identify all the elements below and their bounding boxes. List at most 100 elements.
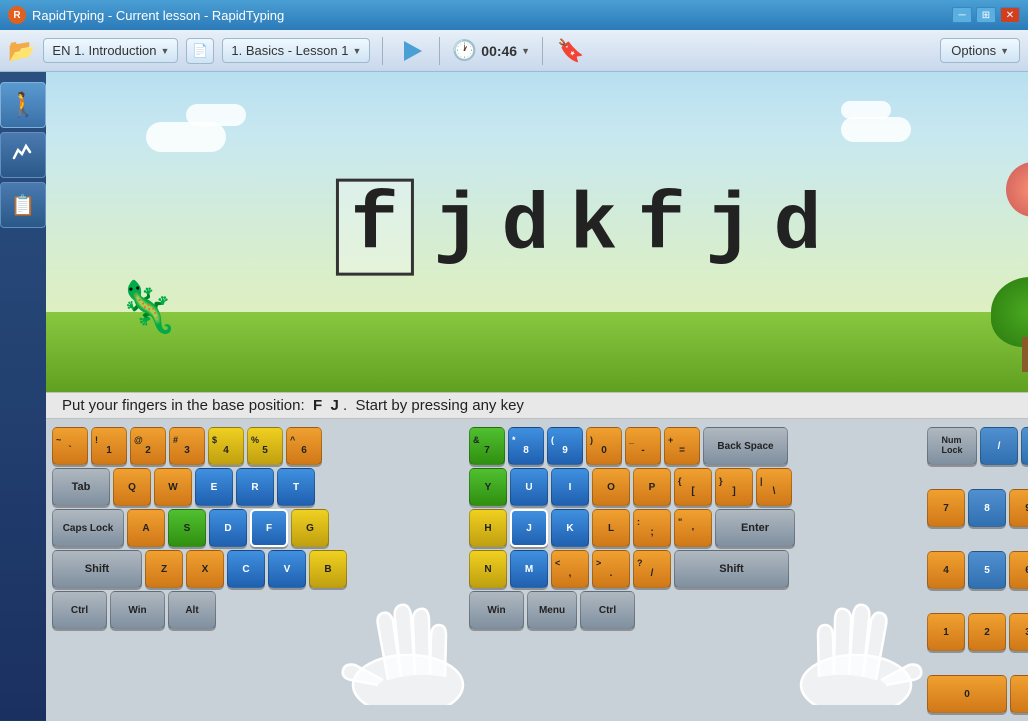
key-s[interactable]: S xyxy=(168,509,206,547)
key-backslash[interactable]: |\ xyxy=(756,468,792,506)
app-icon: R xyxy=(8,6,26,24)
sidebar-item-stats[interactable] xyxy=(0,132,46,178)
key-0-num[interactable]: )0 xyxy=(586,427,622,465)
numpad-row-3: 4 5 6 xyxy=(927,551,1028,589)
numpad-row-5: 0 . xyxy=(927,675,1028,713)
key-quote[interactable]: "' xyxy=(674,509,712,547)
key-q[interactable]: Q xyxy=(113,468,151,506)
course-dropdown[interactable]: EN 1. Introduction ▼ xyxy=(43,38,178,63)
minimize-button[interactable]: ─ xyxy=(952,7,972,23)
key-8-num[interactable]: *8 xyxy=(508,427,544,465)
options-button[interactable]: Options ▼ xyxy=(940,38,1020,63)
key-num-9[interactable]: 9 xyxy=(1009,489,1028,527)
key-u[interactable]: U xyxy=(510,468,548,506)
separator-3 xyxy=(542,37,543,65)
character: 🦎 xyxy=(116,278,178,337)
key-num-2[interactable]: 2 xyxy=(968,613,1006,651)
key-t[interactable]: T xyxy=(277,468,315,506)
key-num-3[interactable]: 3 xyxy=(1009,613,1028,651)
key-w[interactable]: W xyxy=(154,468,192,506)
key-backtick[interactable]: ~` xyxy=(52,427,88,465)
key-capslock[interactable]: Caps Lock xyxy=(52,509,124,547)
key-5[interactable]: %5 xyxy=(247,427,283,465)
separator-1 xyxy=(382,37,383,65)
play-button[interactable] xyxy=(395,35,427,67)
key-m[interactable]: M xyxy=(510,550,548,588)
key-i[interactable]: I xyxy=(551,468,589,506)
key-6[interactable]: ^6 xyxy=(286,427,322,465)
key-j[interactable]: J xyxy=(510,509,548,547)
key-c[interactable]: C xyxy=(227,550,265,588)
key-d[interactable]: D xyxy=(209,509,247,547)
key-h[interactable]: H xyxy=(469,509,507,547)
key-g[interactable]: G xyxy=(291,509,329,547)
key-minus[interactable]: _- xyxy=(625,427,661,465)
char-4: k xyxy=(569,182,617,273)
key-bracket-l[interactable]: {[ xyxy=(674,468,712,506)
key-period[interactable]: >. xyxy=(592,550,630,588)
key-num-slash[interactable]: / xyxy=(980,427,1018,465)
key-p[interactable]: P xyxy=(633,468,671,506)
key-ctrl-right[interactable]: Ctrl xyxy=(580,591,635,629)
separator-2 xyxy=(439,37,440,65)
sidebar-item-lesson[interactable]: 🚶 xyxy=(0,82,46,128)
sidebar-item-records[interactable]: 📋 xyxy=(0,182,46,228)
lesson-file-icon[interactable]: 📄 xyxy=(186,38,214,64)
keyboard-right: &7 *8 (9 )0 _- += Back Space Y U I O P {… xyxy=(469,427,795,713)
key-2[interactable]: @2 xyxy=(130,427,166,465)
key-num-5[interactable]: 5 xyxy=(968,551,1006,589)
flag-button[interactable]: 🔖 xyxy=(555,36,586,66)
key-z[interactable]: Z xyxy=(145,550,183,588)
maximize-button[interactable]: ⊞ xyxy=(976,7,996,23)
key-equals[interactable]: += xyxy=(664,427,700,465)
right-hand xyxy=(771,575,941,705)
key-alt-left[interactable]: Alt xyxy=(168,591,216,629)
key-x[interactable]: X xyxy=(186,550,224,588)
key-y[interactable]: Y xyxy=(469,468,507,506)
key-o[interactable]: O xyxy=(592,468,630,506)
cloud-2 xyxy=(186,104,246,126)
key-bracket-r[interactable]: }] xyxy=(715,468,753,506)
key-comma[interactable]: <, xyxy=(551,550,589,588)
key-backspace[interactable]: Back Space xyxy=(703,427,788,465)
key-f[interactable]: F xyxy=(250,509,288,547)
close-button[interactable]: ✕ xyxy=(1000,7,1020,23)
lesson-dropdown-arrow: ▼ xyxy=(352,46,361,56)
key-e[interactable]: E xyxy=(195,468,233,506)
number-row: ~` !1 @2 #3 $4 %5 ^6 xyxy=(52,427,347,465)
key-r[interactable]: R xyxy=(236,468,274,506)
key-slash[interactable]: ?/ xyxy=(633,550,671,588)
timer-display[interactable]: 🕐 00:46 ▼ xyxy=(452,38,530,63)
key-k[interactable]: K xyxy=(551,509,589,547)
key-numlock[interactable]: NumLock xyxy=(927,427,977,465)
key-shift-left[interactable]: Shift xyxy=(52,550,142,588)
key-num-7[interactable]: 7 xyxy=(927,489,965,527)
key-1[interactable]: !1 xyxy=(91,427,127,465)
key-num-8[interactable]: 8 xyxy=(968,489,1006,527)
key-9-num[interactable]: (9 xyxy=(547,427,583,465)
keyboard-area: ~` !1 @2 #3 $4 %5 ^6 Tab Q W E R T xyxy=(46,419,1028,721)
ground xyxy=(46,312,1028,392)
key-4[interactable]: $4 xyxy=(208,427,244,465)
status-message: Put your fingers in the base position: F… xyxy=(62,397,524,414)
key-3[interactable]: #3 xyxy=(169,427,205,465)
base-key-j: J xyxy=(331,397,339,414)
course-dropdown-arrow: ▼ xyxy=(160,46,169,56)
key-num-star[interactable]: * xyxy=(1021,427,1028,465)
key-semicolon[interactable]: :; xyxy=(633,509,671,547)
window-controls[interactable]: ─ ⊞ ✕ xyxy=(952,7,1020,23)
key-win-left[interactable]: Win xyxy=(110,591,165,629)
lesson-dropdown[interactable]: 1. Basics - Lesson 1 ▼ xyxy=(222,38,370,63)
key-num-6[interactable]: 6 xyxy=(1009,551,1028,589)
key-enter[interactable]: Enter xyxy=(715,509,795,547)
key-v[interactable]: V xyxy=(268,550,306,588)
key-7-num[interactable]: &7 xyxy=(469,427,505,465)
tree-trunk xyxy=(1022,337,1028,372)
key-ctrl-left[interactable]: Ctrl xyxy=(52,591,107,629)
key-menu[interactable]: Menu xyxy=(527,591,577,629)
key-a[interactable]: A xyxy=(127,509,165,547)
key-num-dot[interactable]: . xyxy=(1010,675,1028,713)
clock-icon: 🕐 xyxy=(452,38,477,63)
key-tab[interactable]: Tab xyxy=(52,468,110,506)
key-l[interactable]: L xyxy=(592,509,630,547)
